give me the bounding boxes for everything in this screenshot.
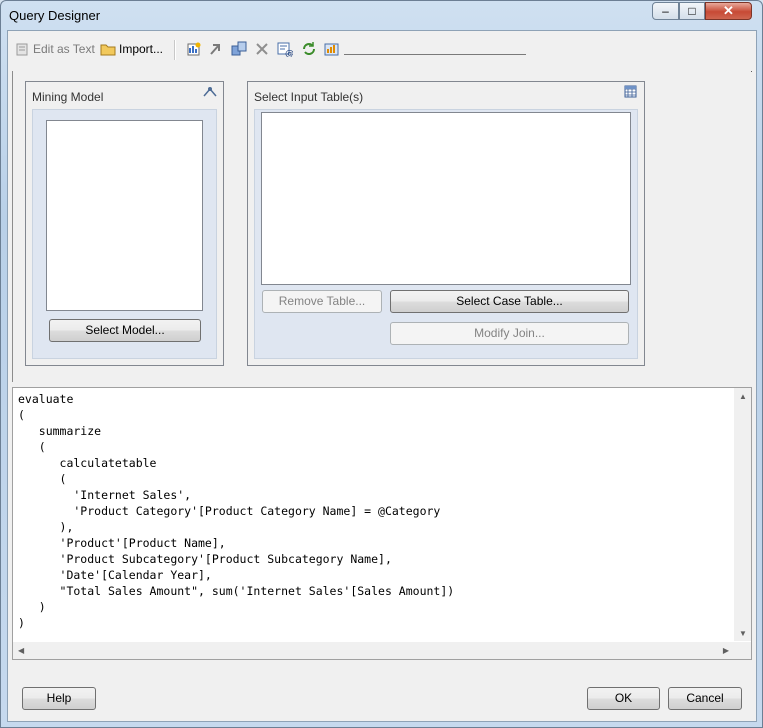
edit-text-icon xyxy=(16,43,28,56)
query-line: 'Product Subcategory'[Product Subcategor… xyxy=(18,552,392,566)
horizontal-scrollbar[interactable]: ◀ ▶ xyxy=(13,642,734,659)
query-designer-window: Query Designer – □ ✕ Edit as Text Import… xyxy=(0,0,763,728)
refresh-icon[interactable] xyxy=(301,41,317,57)
table-icon xyxy=(624,85,637,98)
query-line: ( xyxy=(18,472,67,486)
help-button[interactable]: Help xyxy=(22,687,96,710)
select-case-table-button[interactable]: Select Case Table... xyxy=(390,290,629,313)
copy-icon[interactable] xyxy=(231,41,247,57)
scroll-down-icon[interactable]: ▼ xyxy=(739,629,747,638)
query-designer-panes: Mining Model Select Model... Select Inpu… xyxy=(12,71,751,382)
import-button[interactable]: Import... xyxy=(100,40,163,58)
scrollbar-corner xyxy=(734,642,751,659)
input-tables-panel: Select Input Table(s) Remove Table... Se… xyxy=(247,81,645,366)
parameters-icon[interactable]: @ xyxy=(277,41,293,57)
select-model-button[interactable]: Select Model... xyxy=(49,319,201,342)
minimize-button[interactable]: – xyxy=(652,2,679,20)
modify-join-button[interactable]: Modify Join... xyxy=(390,322,629,345)
query-text-editor[interactable]: evaluate ( summarize ( calculatetable ( '… xyxy=(12,387,752,660)
scroll-up-icon[interactable]: ▲ xyxy=(739,392,747,401)
query-line: ) xyxy=(18,616,25,630)
close-button[interactable]: ✕ xyxy=(705,2,752,20)
minimize-icon: – xyxy=(662,4,669,18)
title-bar[interactable]: Query Designer – □ ✕ xyxy=(1,1,762,31)
delete-icon[interactable] xyxy=(254,41,270,57)
query-line: 'Internet Sales', xyxy=(18,488,192,502)
query-line: 'Product Category'[Product Category Name… xyxy=(18,504,441,518)
import-label: Import... xyxy=(119,42,164,56)
window-title: Query Designer xyxy=(9,8,101,23)
query-line: ( xyxy=(18,440,46,454)
toolbar: Edit as Text Import... @ xyxy=(8,31,756,67)
edit-as-text-button[interactable]: Edit as Text xyxy=(16,40,95,58)
query-text[interactable]: evaluate ( summarize ( calculatetable ( '… xyxy=(18,391,454,631)
query-line: ), xyxy=(18,520,74,534)
query-line: summarize xyxy=(18,424,102,438)
query-line: 'Date'[Calendar Year], xyxy=(18,568,212,582)
maximize-icon: □ xyxy=(688,4,696,18)
run-icon[interactable] xyxy=(324,41,340,57)
query-line: calculatetable xyxy=(18,456,157,470)
query-line: "Total Sales Amount", sum('Internet Sale… xyxy=(18,584,455,598)
mining-model-list[interactable] xyxy=(46,120,203,311)
svg-text:@: @ xyxy=(285,49,293,57)
edit-as-text-label: Edit as Text xyxy=(33,42,95,56)
toolbar-command-field[interactable] xyxy=(344,54,526,55)
mining-model-title: Mining Model xyxy=(32,90,104,104)
cancel-button[interactable]: Cancel xyxy=(668,687,742,710)
close-icon: ✕ xyxy=(723,3,734,18)
query-line: 'Product'[Product Name], xyxy=(18,536,226,550)
add-table-icon[interactable] xyxy=(186,41,202,57)
scroll-left-icon[interactable]: ◀ xyxy=(18,646,24,655)
query-line: ( xyxy=(18,408,25,422)
query-line: evaluate xyxy=(18,392,74,406)
input-tables-list[interactable] xyxy=(261,112,631,285)
remove-table-button[interactable]: Remove Table... xyxy=(262,290,382,313)
dialog-client: Edit as Text Import... @ Mining Model xyxy=(7,30,757,722)
toolbar-separator xyxy=(174,40,176,60)
maximize-button[interactable]: □ xyxy=(679,2,705,20)
vertical-scrollbar[interactable]: ▲ ▼ xyxy=(734,388,751,641)
scroll-right-icon[interactable]: ▶ xyxy=(723,646,729,655)
arrow-icon[interactable] xyxy=(208,41,224,57)
ok-button[interactable]: OK xyxy=(587,687,660,710)
input-tables-title: Select Input Table(s) xyxy=(254,90,364,104)
folder-icon xyxy=(100,44,116,56)
mining-model-icon xyxy=(203,87,217,97)
mining-model-panel: Mining Model Select Model... xyxy=(25,81,224,366)
query-line: ) xyxy=(18,600,46,614)
